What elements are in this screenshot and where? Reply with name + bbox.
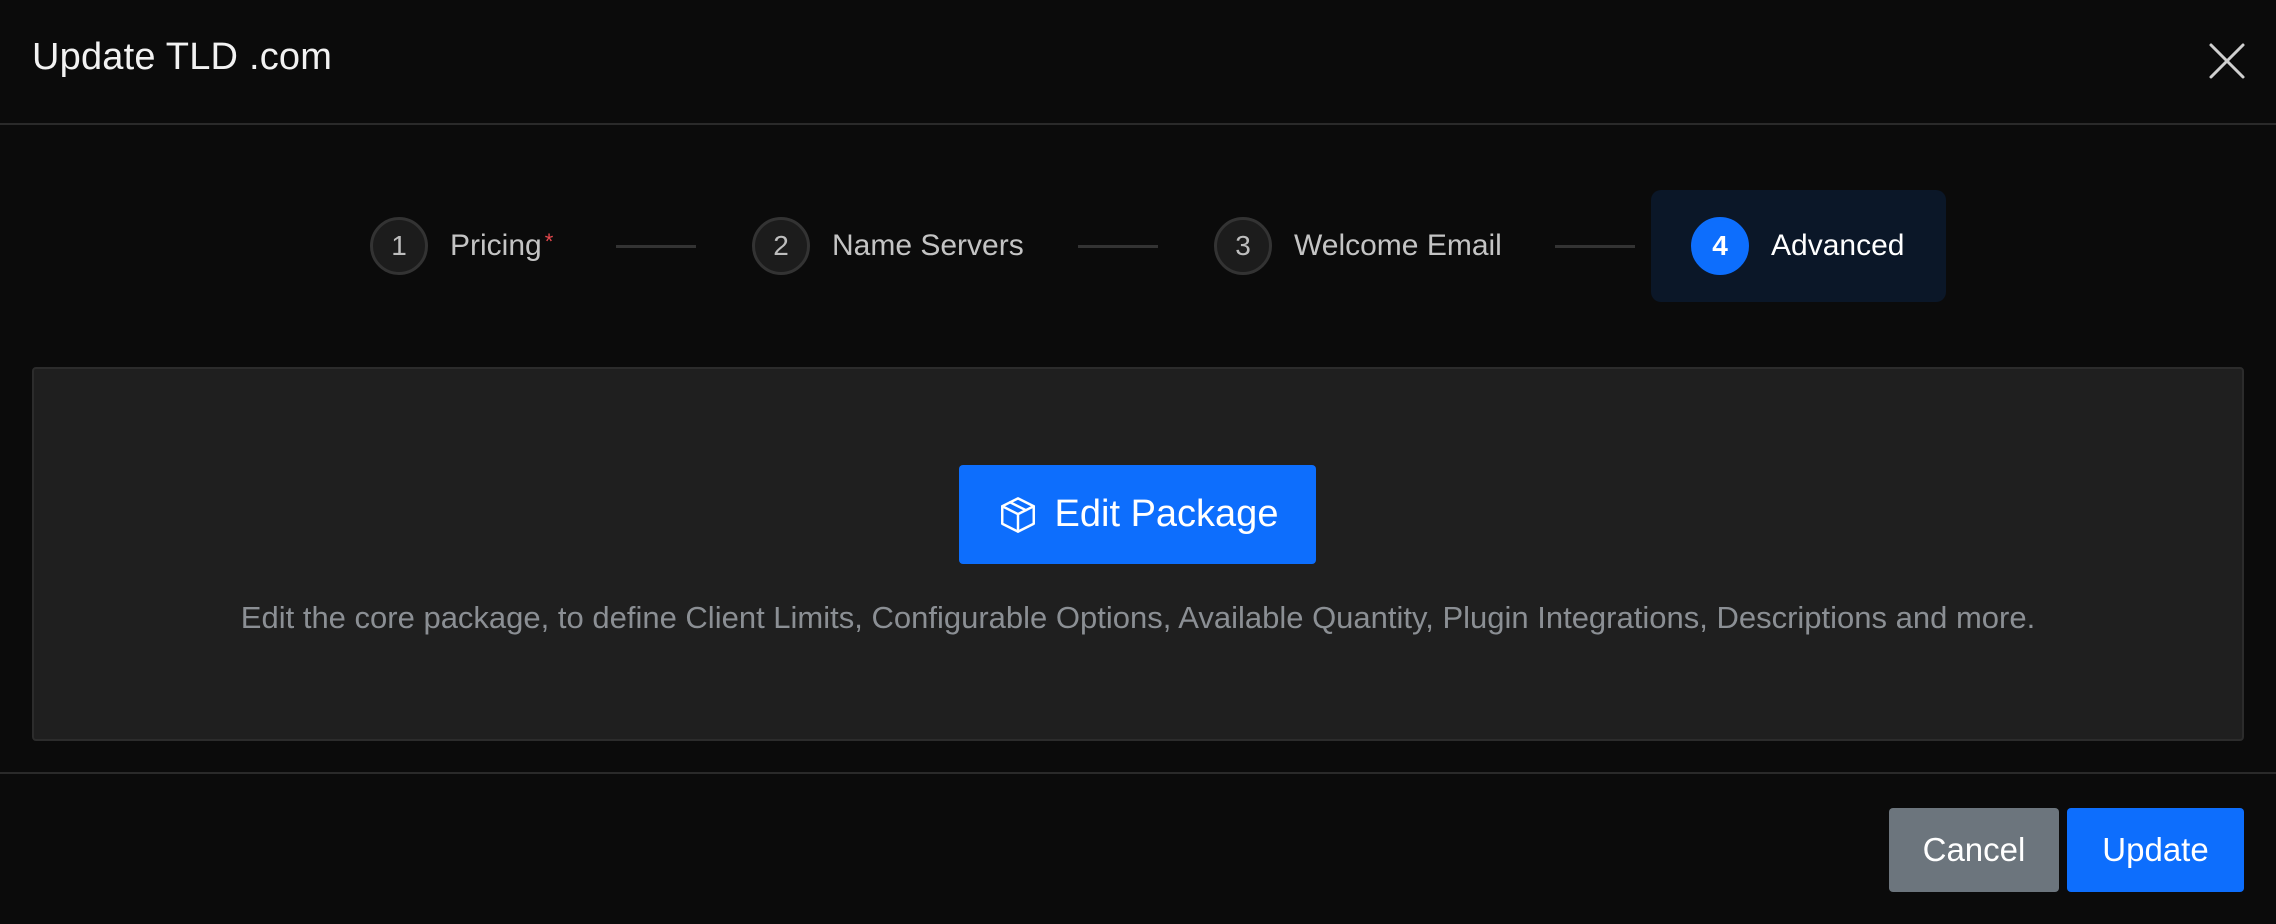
step-label: Pricing * xyxy=(450,229,553,263)
step-label-text: Pricing xyxy=(450,229,542,262)
edit-package-label: Edit Package xyxy=(1054,493,1279,535)
modal-header: Update TLD .com xyxy=(0,0,2276,125)
update-tld-modal: Update TLD .com 1 Pricing * 2 Name Server… xyxy=(0,0,2276,924)
wizard-stepper: 1 Pricing * 2 Name Servers 3 Welcome Emai… xyxy=(0,190,2276,302)
close-icon xyxy=(2209,43,2245,79)
cancel-button[interactable]: Cancel xyxy=(1889,808,2059,892)
step-connector xyxy=(1555,245,1635,248)
package-box-icon xyxy=(997,494,1039,536)
step-welcome-email[interactable]: 3 Welcome Email xyxy=(1214,190,1502,302)
close-button[interactable] xyxy=(2207,41,2247,81)
step-label: Advanced xyxy=(1771,229,1905,262)
panel-description: Edit the core package, to define Client … xyxy=(240,600,2036,635)
modal-footer: Cancel Update xyxy=(0,772,2276,924)
required-marker: * xyxy=(544,229,554,254)
step-number: 4 xyxy=(1691,217,1749,275)
step-pricing[interactable]: 1 Pricing * xyxy=(370,190,553,302)
step-advanced[interactable]: 4 Advanced xyxy=(1651,190,1946,302)
edit-package-button[interactable]: Edit Package xyxy=(959,465,1316,564)
step-connector xyxy=(616,245,696,248)
modal-title: Update TLD .com xyxy=(32,36,333,78)
advanced-panel: Edit Package Edit the core package, to d… xyxy=(32,367,2244,741)
step-number: 1 xyxy=(370,217,428,275)
step-connector xyxy=(1078,245,1158,248)
step-label: Name Servers xyxy=(832,229,1024,262)
step-number: 3 xyxy=(1214,217,1272,275)
update-button[interactable]: Update xyxy=(2067,808,2244,892)
step-name-servers[interactable]: 2 Name Servers xyxy=(752,190,1024,302)
step-number: 2 xyxy=(752,217,810,275)
step-label: Welcome Email xyxy=(1294,229,1502,262)
